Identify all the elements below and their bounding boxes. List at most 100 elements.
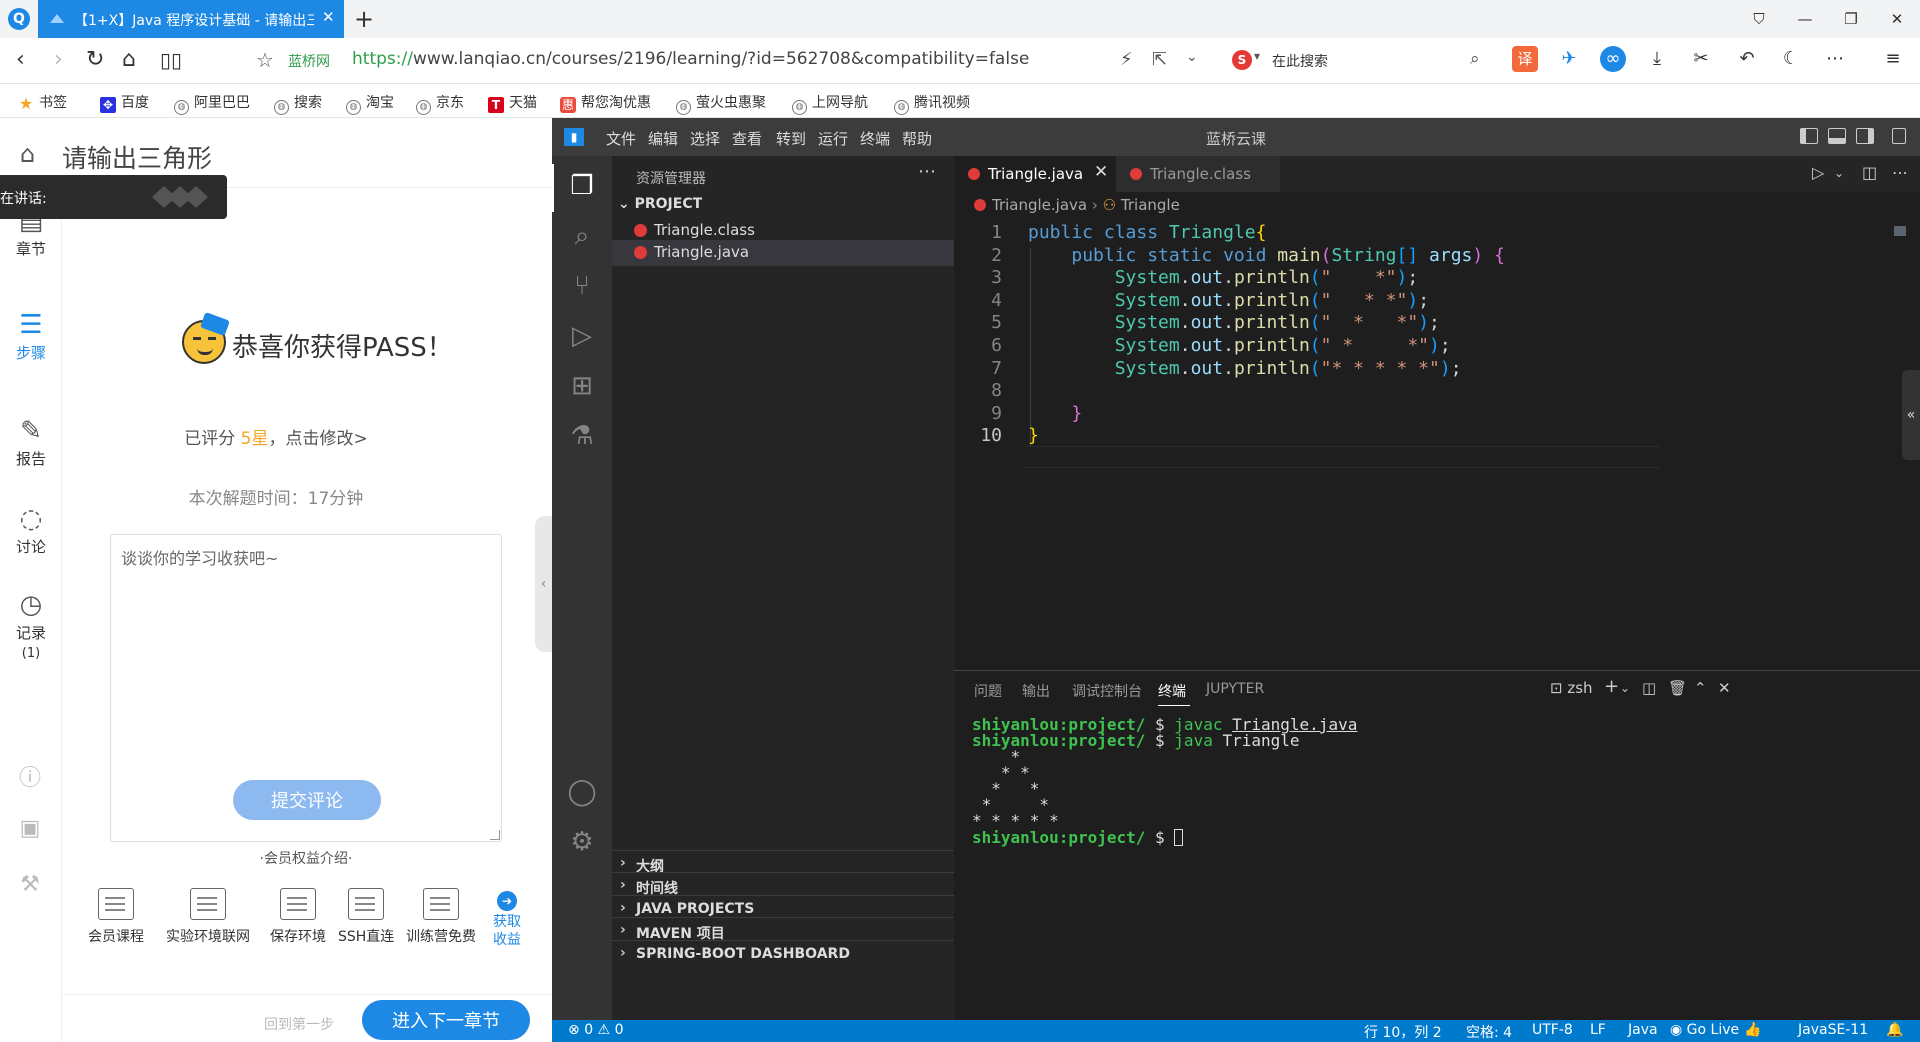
tab-close-icon[interactable]: ✕: [1094, 162, 1108, 182]
new-tab-icon[interactable]: +: [354, 5, 374, 33]
bookmark-item[interactable]: 惠帮您淘优惠: [560, 92, 651, 113]
search-input[interactable]: 在此搜索: [1272, 51, 1328, 71]
url-field[interactable]: https://www.lanqiao.cn/courses/2196/lear…: [352, 49, 1029, 69]
translate-icon[interactable]: 译: [1512, 46, 1538, 72]
minimize-icon[interactable]: —: [1782, 0, 1828, 38]
status-cursor-position[interactable]: 行 10，列 2: [1364, 1022, 1442, 1042]
status-indentation[interactable]: 空格: 4: [1466, 1022, 1512, 1042]
panel-tab-output[interactable]: 输出: [1022, 681, 1050, 701]
skin-icon[interactable]: ⛉: [1736, 0, 1782, 38]
extensions-icon[interactable]: ⊞: [566, 370, 598, 402]
search-engine-icon[interactable]: S: [1232, 50, 1252, 70]
search-icon[interactable]: ⌕: [1470, 49, 1480, 69]
browser-tab-active[interactable]: 【1+X】Java 程序设计基础 - 请输出三角形 ✕: [38, 0, 344, 38]
terminal-output[interactable]: shiyanlou:project/ $ javac Triangle.java…: [972, 717, 1357, 846]
rail-item-steps[interactable]: ☰ 步骤: [0, 310, 62, 363]
tool-icon[interactable]: ⚒: [14, 872, 46, 904]
undo-icon[interactable]: ↶: [1734, 46, 1760, 72]
browser-logo-icon[interactable]: Q: [8, 8, 30, 30]
back-to-first-step-link[interactable]: 回到第一步: [264, 1014, 334, 1034]
menu-view[interactable]: 查看: [732, 128, 762, 149]
status-golive[interactable]: ◉ Go Live: [1670, 1022, 1739, 1038]
tab-close-icon[interactable]: ✕: [322, 8, 335, 26]
terminal-shell-icon[interactable]: ⊡ zsh: [1550, 679, 1593, 697]
benefit-network[interactable]: 实验环境联网: [166, 888, 250, 946]
status-java-runtime[interactable]: JavaSE-11: [1798, 1022, 1868, 1038]
rating-text[interactable]: 已评分 5星，点击修改>: [0, 424, 552, 449]
scissors-icon[interactable]: ✂: [1688, 46, 1714, 72]
share-icon[interactable]: ⇱: [1152, 49, 1167, 70]
bookmark-item[interactable]: ◍ 阿里巴巴: [174, 92, 250, 115]
run-debug-icon[interactable]: ▷: [566, 320, 598, 352]
status-encoding[interactable]: UTF-8: [1532, 1022, 1573, 1038]
bookmark-item[interactable]: ◍ 淘宝: [346, 92, 394, 115]
favorite-star-icon[interactable]: ☆: [256, 48, 274, 72]
source-control-icon[interactable]: ⑂: [566, 270, 598, 302]
toggle-sidebar-icon[interactable]: [1800, 128, 1818, 144]
menu-run[interactable]: 运行: [818, 128, 848, 149]
menu-icon[interactable]: ≡: [1880, 46, 1906, 72]
status-eol[interactable]: LF: [1590, 1022, 1606, 1038]
bookmark-item[interactable]: ◍ 京东: [416, 92, 464, 115]
submit-comment-button[interactable]: 提交评论: [233, 780, 381, 820]
course-home-icon[interactable]: ⌂: [20, 140, 35, 168]
customize-layout-icon[interactable]: [1892, 128, 1906, 144]
next-chapter-button[interactable]: 进入下一章节: [362, 1000, 530, 1040]
menu-edit[interactable]: 编辑: [648, 128, 678, 149]
bookmark-item[interactable]: ◍ 腾讯视频: [894, 92, 970, 115]
home-icon[interactable]: ⌂: [122, 48, 136, 72]
close-panel-icon[interactable]: ✕: [1718, 679, 1731, 697]
split-terminal-icon[interactable]: ◫: [1642, 679, 1656, 697]
forward-icon[interactable]: ›: [54, 48, 63, 72]
tab-triangle-java[interactable]: Triangle.java ✕: [954, 156, 1116, 192]
panel-tab-problems[interactable]: 问题: [974, 681, 1002, 701]
flash-icon[interactable]: ⚡: [1120, 49, 1133, 70]
status-language[interactable]: Java: [1628, 1022, 1658, 1038]
feedback-icon[interactable]: 👍: [1744, 1022, 1761, 1038]
download-icon[interactable]: ⤓: [1644, 46, 1670, 72]
testing-flask-icon[interactable]: ⚗: [566, 420, 598, 452]
bookmark-item[interactable]: ★ 书签: [18, 92, 67, 112]
textarea-resize-handle[interactable]: [490, 830, 500, 840]
minimap[interactable]: [1894, 226, 1906, 236]
maximize-panel-icon[interactable]: ⌃: [1694, 679, 1707, 697]
menu-selection[interactable]: 选择: [690, 128, 720, 149]
run-file-icon[interactable]: ▷: [1812, 163, 1824, 182]
section-spring-boot[interactable]: › SPRING-BOOT DASHBOARD: [612, 940, 954, 967]
panel-tab-jupyter[interactable]: JUPYTER: [1206, 681, 1264, 697]
collapse-panel-handle[interactable]: ‹: [535, 516, 552, 652]
bookmark-item[interactable]: ◍ 萤火虫惠聚: [676, 92, 766, 115]
benefit-ssh[interactable]: SSH直连: [338, 888, 394, 946]
status-problems[interactable]: ⊗ 0 ⚠ 0: [568, 1022, 623, 1038]
help-icon[interactable]: ⓘ: [14, 760, 46, 792]
engine-dropdown-icon[interactable]: ▾: [1254, 49, 1260, 63]
editor-more-icon[interactable]: ⋯: [1892, 163, 1908, 182]
back-icon[interactable]: ‹: [16, 48, 25, 72]
expand-panel-icon[interactable]: «: [1902, 370, 1920, 460]
panel-tab-debug-console[interactable]: 调试控制台: [1072, 681, 1142, 701]
menu-file[interactable]: 文件: [606, 128, 636, 149]
notifications-bell-icon[interactable]: 🔔: [1886, 1022, 1903, 1038]
file-triangle-java[interactable]: Triangle.java: [612, 240, 954, 266]
note-icon[interactable]: ▣: [14, 816, 46, 848]
bookmark-item[interactable]: ◍ 上网导航: [792, 92, 868, 115]
toggle-panel-icon[interactable]: [1828, 128, 1846, 144]
bookmark-item[interactable]: ◍ 搜索: [274, 92, 322, 115]
code-area[interactable]: 1 public class Triangle{ 2 public static …: [954, 222, 1920, 482]
kill-terminal-icon[interactable]: 🗑: [1668, 679, 1687, 697]
infinity-icon[interactable]: ∞: [1600, 46, 1626, 72]
split-editor-icon[interactable]: ◫: [1862, 163, 1877, 182]
search-icon[interactable]: ⌕: [566, 220, 598, 252]
terminal-dropdown-icon[interactable]: ⌄: [1620, 681, 1630, 695]
close-window-icon[interactable]: ✕: [1874, 0, 1920, 38]
dark-mode-icon[interactable]: ☾: [1778, 46, 1804, 72]
explorer-files-icon[interactable]: ❐: [566, 170, 598, 202]
extension-icon[interactable]: ✈: [1556, 46, 1582, 72]
new-terminal-icon[interactable]: +: [1604, 676, 1619, 697]
panel-tab-terminal[interactable]: 终端: [1158, 681, 1186, 701]
bookmark-item[interactable]: ✥ 百度: [100, 92, 149, 113]
tab-triangle-class[interactable]: Triangle.class: [1116, 156, 1280, 192]
earn-benefits-link[interactable]: ➔ 获取 收益: [492, 891, 522, 949]
menu-help[interactable]: 帮助: [902, 128, 932, 149]
menu-go[interactable]: 转到: [776, 128, 806, 149]
